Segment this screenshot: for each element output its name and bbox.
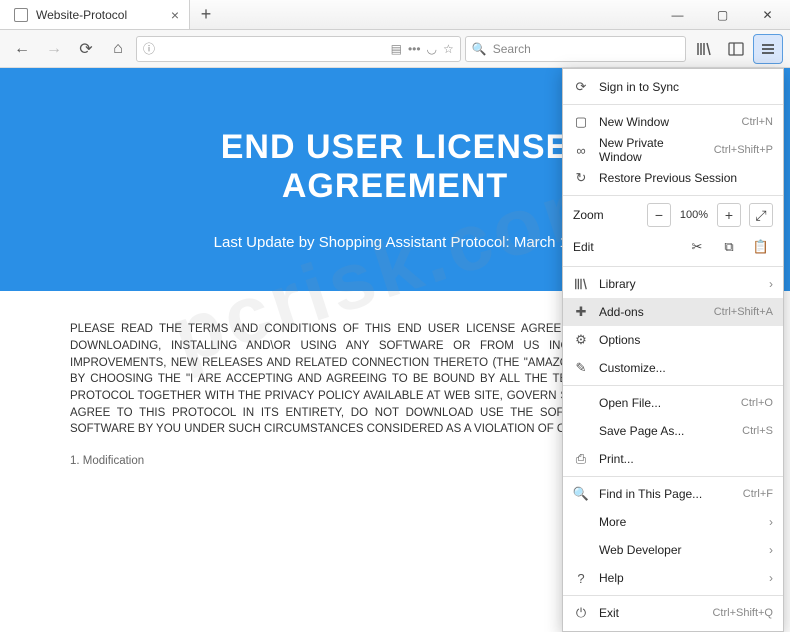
- menu-exit[interactable]: ⏻ Exit Ctrl+Shift+Q: [563, 599, 783, 627]
- tab-close-icon[interactable]: ×: [171, 7, 179, 23]
- menu-print[interactable]: ⎙ Print...: [563, 445, 783, 473]
- menu-zoom-row: Zoom − 100% + ⤢: [563, 199, 783, 231]
- cut-button[interactable]: ✂: [685, 235, 709, 259]
- menu-open-file[interactable]: Open File... Ctrl+O: [563, 389, 783, 417]
- browser-tab[interactable]: Website-Protocol ×: [0, 0, 190, 29]
- fullscreen-button[interactable]: ⤢: [749, 203, 773, 227]
- search-placeholder: Search: [493, 42, 531, 56]
- menu-more[interactable]: More ›: [563, 508, 783, 536]
- sync-icon: ⟳: [573, 79, 589, 95]
- menu-customize[interactable]: ✎ Customize...: [563, 354, 783, 382]
- tab-favicon: [14, 8, 28, 22]
- window-icon: ▢: [573, 114, 589, 130]
- chevron-right-icon: ›: [769, 571, 773, 585]
- menu-addons[interactable]: ✚ Add-ons Ctrl+Shift+A: [563, 298, 783, 326]
- reload-button[interactable]: ⟳: [72, 35, 100, 63]
- chevron-right-icon: ›: [769, 515, 773, 529]
- minimize-button[interactable]: —: [655, 0, 700, 29]
- search-icon: 🔍: [472, 42, 487, 56]
- zoom-out-button[interactable]: −: [647, 203, 671, 227]
- power-icon: ⏻: [573, 605, 589, 621]
- search-icon: 🔍: [573, 486, 589, 502]
- menu-restore-session[interactable]: ↻ Restore Previous Session: [563, 164, 783, 192]
- menu-library[interactable]: Library ›: [563, 270, 783, 298]
- mask-icon: ∞: [573, 142, 589, 158]
- home-button[interactable]: ⌂: [104, 35, 132, 63]
- library-icon: [573, 276, 589, 292]
- pocket-icon[interactable]: ◡: [427, 42, 437, 56]
- paste-button[interactable]: 📋: [749, 235, 773, 259]
- menu-help[interactable]: ? Help ›: [563, 564, 783, 592]
- forward-button[interactable]: →: [40, 35, 68, 63]
- maximize-button[interactable]: ▢: [700, 0, 745, 29]
- chevron-right-icon: ›: [769, 543, 773, 557]
- paintbrush-icon: ✎: [573, 360, 589, 376]
- tab-title: Website-Protocol: [36, 8, 127, 22]
- restore-icon: ↻: [573, 170, 589, 186]
- copy-button[interactable]: ⧉: [717, 235, 741, 259]
- new-tab-button[interactable]: +: [190, 0, 222, 29]
- title-bar: Website-Protocol × + — ▢ ✕: [0, 0, 790, 30]
- menu-new-private-window[interactable]: ∞ New Private Window Ctrl+Shift+P: [563, 136, 783, 164]
- menu-save-page[interactable]: Save Page As... Ctrl+S: [563, 417, 783, 445]
- menu-find[interactable]: 🔍 Find in This Page... Ctrl+F: [563, 480, 783, 508]
- menu-options[interactable]: ⚙ Options: [563, 326, 783, 354]
- zoom-level: 100%: [679, 209, 709, 221]
- nav-bar: ← → ⟳ ⌂ ⓘ ▤ ••• ◡ ☆ 🔍 Search: [0, 30, 790, 68]
- reader-mode-icon[interactable]: ▤: [391, 42, 402, 56]
- menu-web-developer[interactable]: Web Developer ›: [563, 536, 783, 564]
- menu-sign-in[interactable]: ⟳ Sign in to Sync: [563, 73, 783, 101]
- main-menu-dropdown: ⟳ Sign in to Sync ▢ New Window Ctrl+N ∞ …: [562, 68, 784, 632]
- menu-new-window[interactable]: ▢ New Window Ctrl+N: [563, 108, 783, 136]
- back-button[interactable]: ←: [8, 35, 36, 63]
- bookmark-star-icon[interactable]: ☆: [443, 42, 454, 56]
- sidebar-icon[interactable]: [722, 35, 750, 63]
- menu-edit-row: Edit ✂ ⧉ 📋: [563, 231, 783, 263]
- window-controls: — ▢ ✕: [655, 0, 790, 29]
- info-icon[interactable]: ⓘ: [143, 40, 155, 57]
- hamburger-menu-button[interactable]: [754, 35, 782, 63]
- chevron-right-icon: ›: [769, 277, 773, 291]
- printer-icon: ⎙: [573, 451, 589, 467]
- search-bar[interactable]: 🔍 Search: [465, 36, 686, 62]
- help-icon: ?: [573, 570, 589, 586]
- close-window-button[interactable]: ✕: [745, 0, 790, 29]
- puzzle-icon: ✚: [573, 304, 589, 320]
- zoom-in-button[interactable]: +: [717, 203, 741, 227]
- url-bar[interactable]: ⓘ ▤ ••• ◡ ☆: [136, 36, 461, 62]
- gear-icon: ⚙: [573, 332, 589, 348]
- library-icon[interactable]: [690, 35, 718, 63]
- more-actions-icon[interactable]: •••: [408, 42, 421, 56]
